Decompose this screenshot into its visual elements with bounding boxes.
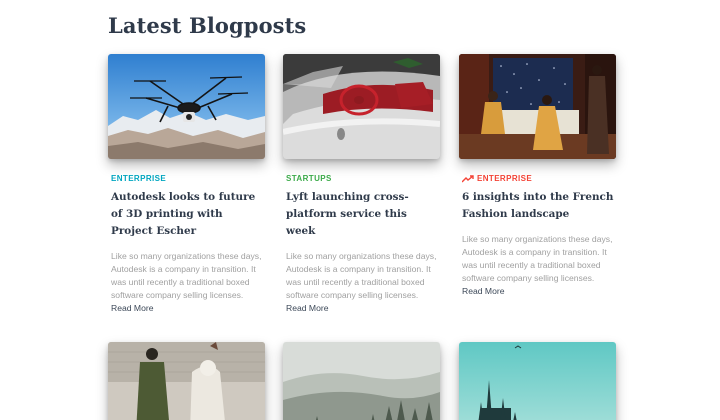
category-text: ENTERPRISE: [477, 174, 533, 183]
card-image-car[interactable]: [283, 54, 440, 159]
blog-card-row2-1[interactable]: [108, 342, 265, 420]
card-image-fashion[interactable]: [459, 54, 616, 159]
castle-image: [459, 342, 616, 420]
post-description: Like so many organizations these days, A…: [111, 250, 265, 315]
post-title[interactable]: Autodesk looks to future of 3D printing …: [111, 189, 263, 240]
section-title: Latest Blogposts: [108, 13, 307, 38]
forest-image: [283, 342, 440, 420]
post-description: Like so many organizations these days, A…: [462, 233, 616, 298]
post-title[interactable]: Lyft launching cross-platform service th…: [286, 189, 438, 240]
post-title[interactable]: 6 insights into the French Fashion lands…: [462, 189, 614, 223]
category-label: STARTUPS: [286, 174, 440, 183]
trending-up-icon: [462, 174, 474, 182]
category-label: ENTERPRISE: [462, 174, 616, 183]
description-text: Like so many organizations these days, A…: [111, 251, 262, 300]
read-more-link[interactable]: Read More: [286, 303, 329, 313]
blog-card-row2-2[interactable]: [283, 342, 440, 420]
description-text: Like so many organizations these days, A…: [462, 234, 613, 283]
category-text: ENTERPRISE: [111, 174, 167, 183]
car-image: [283, 54, 440, 159]
blog-card-row2-3[interactable]: [459, 342, 616, 420]
read-more-link[interactable]: Read More: [111, 303, 154, 313]
category-text: STARTUPS: [286, 174, 332, 183]
card-image-forest[interactable]: [283, 342, 440, 420]
post-description: Like so many organizations these days, A…: [286, 250, 440, 315]
read-more-link[interactable]: Read More: [462, 286, 505, 296]
blog-card-fashion[interactable]: ENTERPRISE 6 insights into the French Fa…: [459, 54, 616, 298]
fashion-image: [459, 54, 616, 159]
category-label: ENTERPRISE: [111, 174, 265, 183]
blog-card-autodesk[interactable]: ENTERPRISE Autodesk looks to future of 3…: [108, 54, 265, 315]
drone-image: [108, 54, 265, 159]
blog-card-lyft[interactable]: STARTUPS Lyft launching cross-platform s…: [283, 54, 440, 315]
card-image-castle[interactable]: [459, 342, 616, 420]
description-text: Like so many organizations these days, A…: [286, 251, 437, 300]
sculptor-image: [108, 342, 265, 420]
card-image-sculptor[interactable]: [108, 342, 265, 420]
card-image-drone[interactable]: [108, 54, 265, 159]
